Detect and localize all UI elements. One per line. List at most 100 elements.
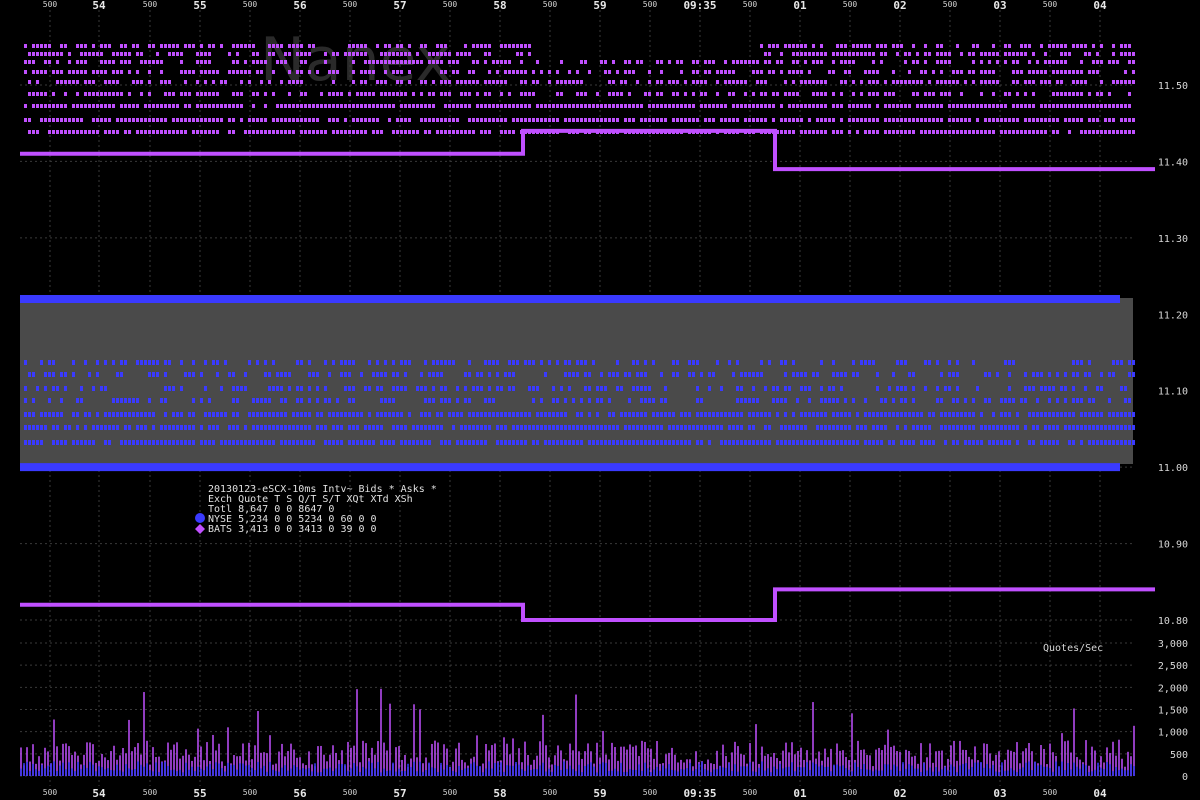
- nyse-quote-mark: [392, 398, 395, 403]
- nyse-quote-mark: [568, 425, 571, 430]
- nyse-quote-mark: [460, 412, 463, 417]
- bats-quote-mark: [924, 118, 927, 122]
- bats-quote-mark: [1024, 44, 1027, 48]
- nyse-quote-mark: [616, 386, 619, 391]
- nyse-quote-mark: [148, 412, 151, 417]
- bats-quote-mark: [420, 60, 423, 64]
- bats-quote-mark: [852, 60, 855, 64]
- bats-quote-mark: [444, 70, 447, 74]
- nyse-quote-mark: [588, 425, 591, 430]
- bats-quote-mark: [1052, 70, 1055, 74]
- bats-quote-mark: [968, 70, 971, 74]
- bats-quote-mark: [28, 60, 31, 64]
- bats-quote-mark: [1124, 118, 1127, 122]
- bats-quote-mark: [904, 118, 907, 122]
- nyse-quote-mark: [776, 398, 779, 403]
- bats-quote-mark: [812, 44, 815, 48]
- bats-quote-mark: [1076, 80, 1079, 84]
- bats-quote-mark: [52, 92, 55, 96]
- bats-quote-mark: [216, 130, 219, 134]
- nyse-quote-mark: [832, 440, 835, 445]
- nyse-quote-mark: [1128, 372, 1131, 377]
- bats-quote-mark: [1056, 92, 1059, 96]
- bats-quote-mark: [56, 80, 59, 84]
- nyse-quote-mark: [640, 386, 643, 391]
- bats-quote-mark: [832, 130, 835, 134]
- bats-quote-mark: [612, 118, 615, 122]
- bats-quote-mark: [168, 104, 171, 108]
- bats-quote-mark: [76, 80, 79, 84]
- bats-quote-mark: [404, 130, 407, 134]
- nyse-quote-mark: [176, 425, 179, 430]
- bats-quote-mark: [500, 44, 503, 48]
- bats-quote-mark: [1012, 52, 1015, 56]
- nyse-quote-mark: [1064, 386, 1067, 391]
- nyse-quote-mark: [492, 412, 495, 417]
- bats-quote-mark: [1056, 80, 1059, 84]
- nyse-quote-mark: [520, 412, 523, 417]
- nyse-quote-mark: [116, 398, 119, 403]
- nyse-quote-mark: [72, 412, 75, 417]
- bats-quote-mark: [992, 104, 995, 108]
- bats-quote-mark: [156, 104, 159, 108]
- bats-quote-mark: [300, 80, 303, 84]
- bats-quote-mark: [1020, 52, 1023, 56]
- nyse-quote-mark: [88, 440, 91, 445]
- bats-quote-mark: [764, 60, 767, 64]
- bats-quote-mark: [384, 70, 387, 74]
- bats-quote-mark: [300, 44, 303, 48]
- bats-quote-mark: [648, 104, 651, 108]
- bats-quote-mark: [552, 104, 555, 108]
- nyse-quote-mark: [200, 440, 203, 445]
- bats-quote-mark: [292, 130, 295, 134]
- nyse-quote-mark: [1064, 425, 1067, 430]
- nyse-quote-mark: [784, 360, 787, 365]
- bats-quote-mark: [976, 104, 979, 108]
- bats-quote-mark: [856, 52, 859, 56]
- bats-quote-mark: [172, 44, 175, 48]
- bats-quote-mark: [244, 60, 247, 64]
- bats-quote-mark: [1052, 130, 1055, 134]
- nyse-quote-mark: [1088, 440, 1091, 445]
- nyse-quote-mark: [36, 386, 39, 391]
- nyse-quote-mark: [968, 412, 971, 417]
- nyse-quote-mark: [440, 360, 443, 365]
- bats-quote-mark: [1116, 104, 1119, 108]
- nyse-quote-mark: [272, 386, 275, 391]
- nyse-quote-mark: [284, 412, 287, 417]
- nyse-quote-mark: [152, 412, 155, 417]
- nyse-quote-mark: [948, 386, 951, 391]
- nyse-quote-mark: [32, 440, 35, 445]
- bats-quote-mark: [796, 118, 799, 122]
- nyse-quote-mark: [136, 360, 139, 365]
- bats-quote-mark: [984, 104, 987, 108]
- bats-quote-mark: [1080, 44, 1083, 48]
- bats-quote-mark: [1112, 130, 1115, 134]
- bats-quote-mark: [356, 104, 359, 108]
- bats-quote-mark: [876, 44, 879, 48]
- bats-quote-mark: [108, 60, 111, 64]
- bats-quote-mark: [1028, 104, 1031, 108]
- bats-quote-mark: [520, 52, 523, 56]
- bats-quote-mark: [456, 130, 459, 134]
- bats-quote-mark: [104, 70, 107, 74]
- bats-quote-mark: [1108, 130, 1111, 134]
- nyse-quote-mark: [60, 412, 63, 417]
- bats-quote-mark: [60, 80, 63, 84]
- nyse-quote-mark: [628, 440, 631, 445]
- nyse-quote-mark: [1040, 412, 1043, 417]
- bats-quote-mark: [940, 80, 943, 84]
- bats-quote-mark: [1052, 118, 1055, 122]
- bats-quote-mark: [1072, 104, 1075, 108]
- bats-quote-mark: [152, 118, 155, 122]
- bats-quote-mark: [252, 44, 255, 48]
- bats-quote-mark: [160, 70, 163, 74]
- nyse-quote-mark: [312, 440, 315, 445]
- nyse-quote-mark: [440, 372, 443, 377]
- bats-quote-mark: [104, 44, 107, 48]
- bats-quote-mark: [736, 80, 739, 84]
- nyse-quote-mark: [124, 412, 127, 417]
- bats-quote-mark: [768, 70, 771, 74]
- nyse-quote-mark: [584, 360, 587, 365]
- bats-quote-mark: [456, 118, 459, 122]
